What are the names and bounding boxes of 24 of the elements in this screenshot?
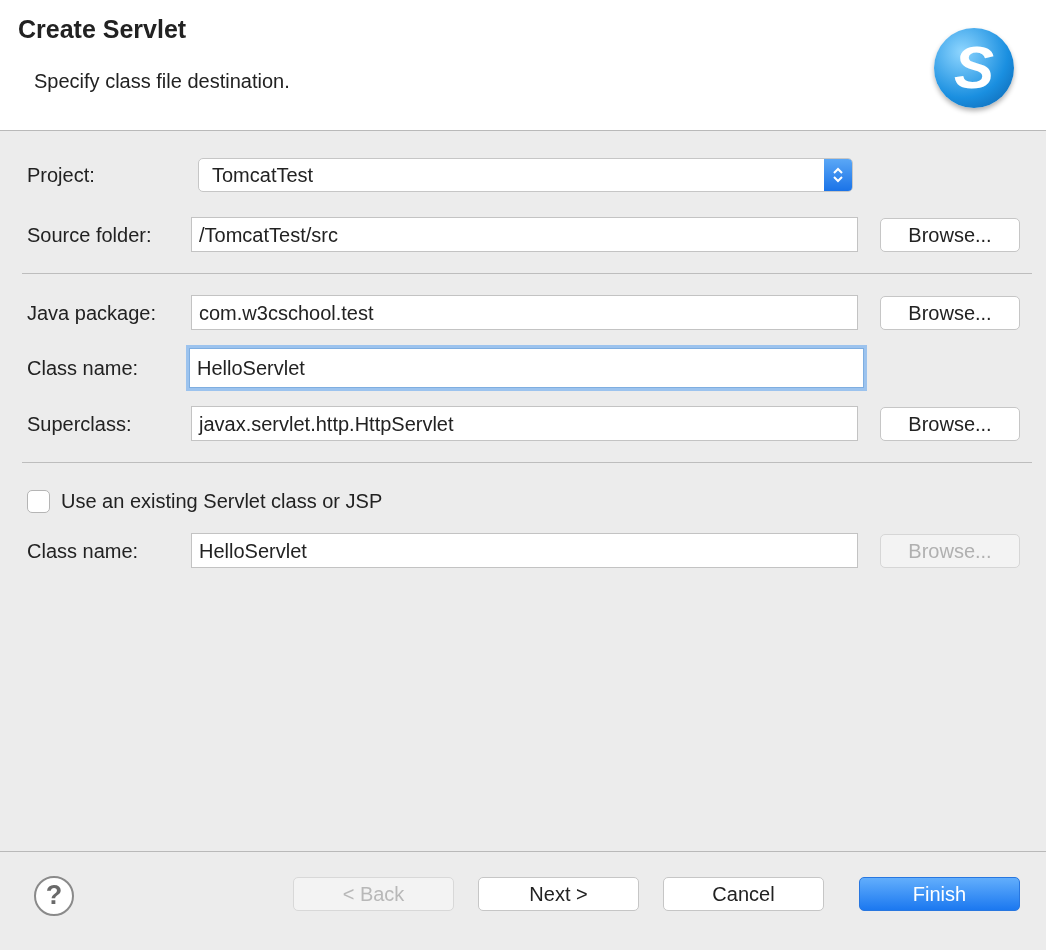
- dialog-button[interactable]: Next >: [478, 877, 639, 911]
- help-button[interactable]: ?: [34, 875, 74, 916]
- field-label: Java package:: [27, 300, 157, 326]
- updown-arrows-icon: [832, 166, 844, 184]
- dialog-title: Create Servlet: [18, 14, 188, 44]
- dialog-subtitle: Specify class file destination.: [34, 69, 290, 94]
- dialog-button[interactable]: Cancel: [663, 877, 824, 911]
- browse-button[interactable]: Browse...: [880, 295, 1020, 330]
- field-label: Superclass:: [27, 411, 133, 437]
- checkbox-label: Use an existing Servlet class or JSP: [61, 489, 383, 514]
- browse-button[interactable]: Browse...: [880, 406, 1020, 441]
- field-label: Class name:: [27, 538, 140, 564]
- logo-icon: S: [934, 28, 1014, 108]
- input-field[interactable]: com.w3cschool.test: [191, 295, 858, 330]
- field-label: Source folder:: [27, 222, 153, 248]
- input-field[interactable]: /TomcatTest/src: [191, 217, 858, 252]
- field-label: Project:: [27, 163, 96, 188]
- checkbox[interactable]: [27, 489, 50, 513]
- input-field[interactable]: javax.servlet.http.HttpServlet: [191, 406, 858, 441]
- input-field[interactable]: HelloServlet: [191, 533, 858, 568]
- input-field[interactable]: HelloServlet: [189, 348, 864, 388]
- field-label: Class name:: [27, 356, 140, 381]
- browse-button[interactable]: Browse...: [880, 217, 1020, 252]
- project-dropdown[interactable]: TomcatTest: [198, 158, 853, 192]
